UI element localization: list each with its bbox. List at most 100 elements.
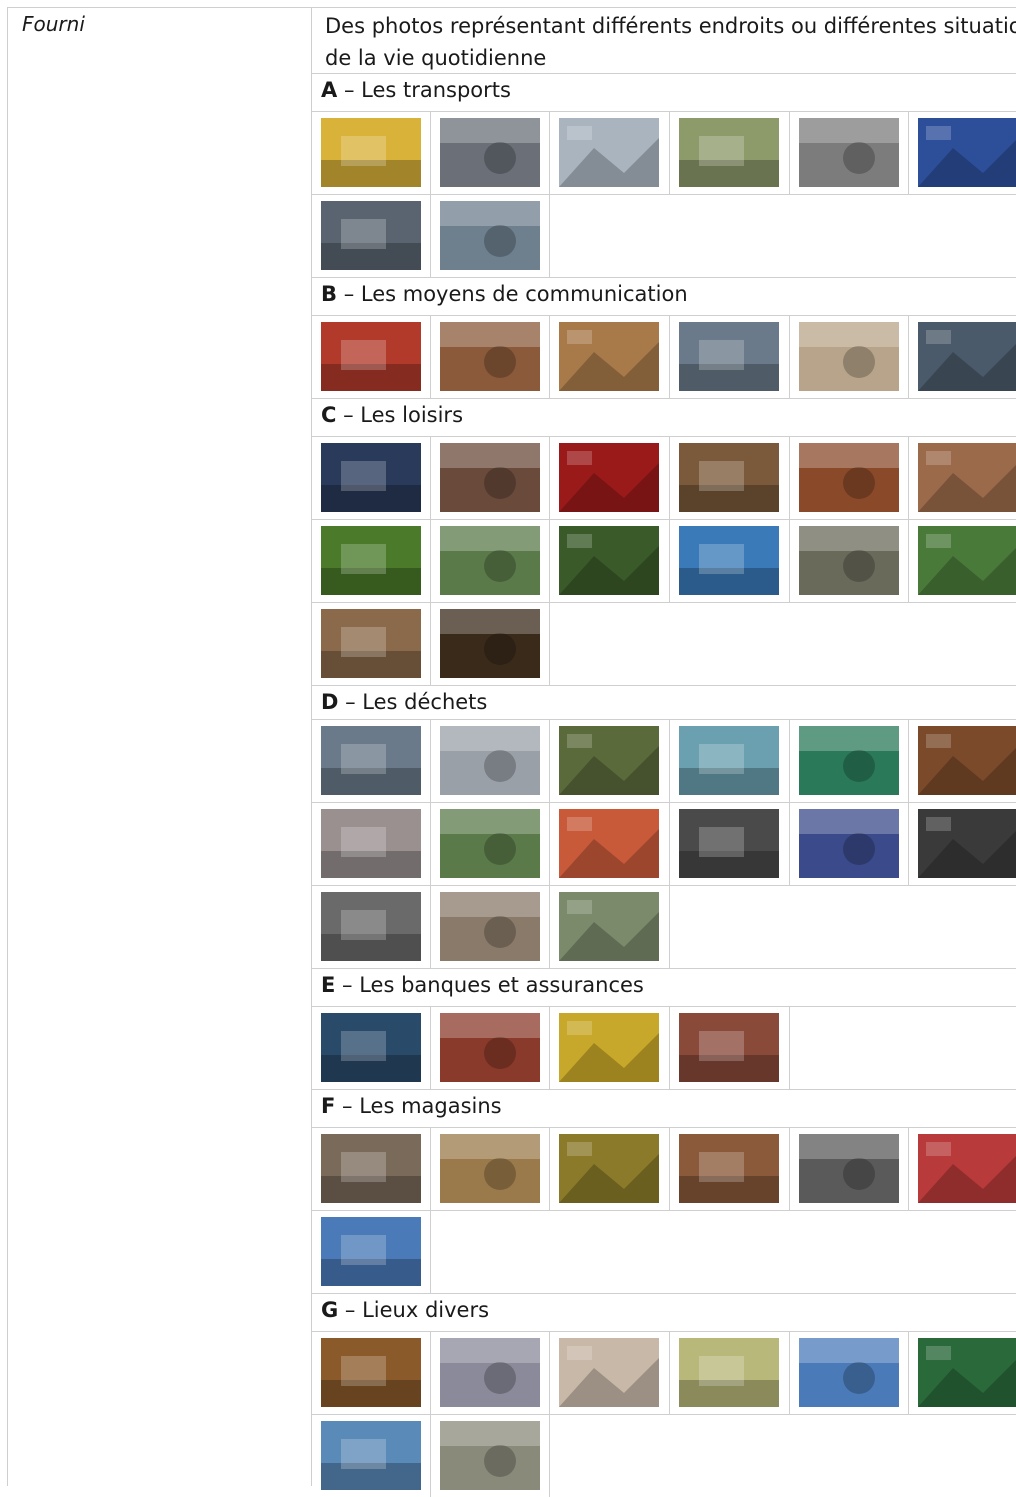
bus-photo	[321, 118, 421, 187]
light-bulb-photo	[918, 809, 1016, 878]
cell-divider	[669, 519, 670, 602]
section-separator	[311, 968, 1016, 969]
cell-divider	[430, 719, 431, 802]
section-letter: B	[321, 282, 338, 306]
cell-divider	[549, 194, 550, 277]
cell-divider	[549, 436, 550, 519]
television-photo	[321, 443, 421, 512]
cell-divider	[669, 885, 670, 968]
row-separator	[311, 1006, 1016, 1007]
table-top-border	[7, 7, 1016, 8]
cell-divider	[430, 885, 431, 968]
library-shelves-photo	[679, 443, 779, 512]
internet-cafe-photo	[440, 322, 540, 391]
trash-bags-photo	[440, 726, 540, 795]
cell-divider	[549, 519, 550, 602]
shared-bikes-photo	[679, 118, 779, 187]
section-separator	[311, 685, 1016, 686]
cell-divider	[430, 1414, 431, 1497]
landline-phone-photo	[799, 322, 899, 391]
cell-divider	[549, 719, 550, 802]
cafe-interior-photo	[321, 609, 421, 678]
cell-divider	[669, 111, 670, 194]
cell-divider	[908, 111, 909, 194]
western-union-sign-photo	[559, 1013, 659, 1082]
cell-divider	[669, 802, 670, 885]
recycling-containers-photo	[679, 726, 779, 795]
pedestrian-crossing-photo	[799, 118, 899, 187]
cell-divider	[430, 519, 431, 602]
park-alley-photo	[321, 526, 421, 595]
cell-divider	[789, 315, 790, 398]
section-separator	[311, 277, 1016, 278]
cell-divider	[669, 719, 670, 802]
cell-divider	[430, 1331, 431, 1414]
section-letter: D	[321, 690, 339, 714]
bank-facade-photo	[679, 1013, 779, 1082]
cell-divider	[549, 1414, 550, 1497]
bookshop-photo	[799, 443, 899, 512]
section-separator	[311, 73, 1016, 74]
market-stall-photo	[321, 1134, 421, 1203]
section-separator	[311, 1089, 1016, 1090]
cell-divider	[908, 1331, 909, 1414]
cinema-facade-photo	[440, 443, 540, 512]
cell-divider	[549, 1006, 550, 1089]
football-game-photo	[918, 526, 1016, 595]
atm-photo	[321, 1013, 421, 1082]
cell-divider	[549, 315, 550, 398]
green-bags-photo	[799, 726, 899, 795]
row-separator	[311, 519, 1016, 520]
garbage-truck-photo	[321, 809, 421, 878]
car-photo	[321, 201, 421, 270]
cell-divider	[549, 885, 550, 968]
section-title: – Les transports	[337, 78, 511, 102]
row-separator	[311, 1210, 1016, 1211]
phone-shop-photo	[679, 322, 779, 391]
scrap-metal-photo	[321, 726, 421, 795]
fruit-market-photo	[679, 1134, 779, 1203]
cell-divider	[669, 315, 670, 398]
cell-divider	[430, 1127, 431, 1210]
section-heading-d: D – Les déchets	[321, 690, 487, 714]
mailbox-photo	[321, 322, 421, 391]
cell-divider	[908, 719, 909, 802]
batteries-photo	[799, 809, 899, 878]
laptop-user-photo	[559, 322, 659, 391]
elderly-table-photo	[440, 1421, 540, 1490]
row-separator	[311, 1331, 1016, 1332]
theatre-stage-photo	[559, 443, 659, 512]
town-hall-photo	[321, 1421, 421, 1490]
section-title: – Les banques et assurances	[335, 973, 644, 997]
row-separator	[311, 719, 1016, 720]
row-separator	[311, 194, 1016, 195]
shopfront-photo	[918, 1338, 1016, 1407]
chemical-bottles-photo	[559, 809, 659, 878]
section-title: – Les moyens de communication	[337, 282, 688, 306]
bottle-bank-photo	[559, 892, 659, 961]
cell-divider	[789, 802, 790, 885]
cell-divider	[430, 194, 431, 277]
section-heading-f: F – Les magasins	[321, 1094, 502, 1118]
section-separator	[311, 398, 1016, 399]
people-sitting-photo	[799, 526, 899, 595]
cell-divider	[908, 1127, 909, 1210]
row-separator	[311, 802, 1016, 803]
section-letter: F	[321, 1094, 336, 1118]
motorbike-photo	[440, 201, 540, 270]
row-separator	[311, 602, 1016, 603]
section-letter: E	[321, 973, 336, 997]
cell-divider	[549, 1127, 550, 1210]
cell-divider	[430, 111, 431, 194]
cell-divider	[549, 1331, 550, 1414]
row-label: Fourni	[22, 12, 85, 36]
bank-office-photo	[440, 1013, 540, 1082]
cell-divider	[430, 802, 431, 885]
notice-board-photo	[679, 1338, 779, 1407]
section-title: – Les magasins	[335, 1094, 502, 1118]
cell-divider	[789, 1006, 790, 1089]
park-picnic-photo	[440, 526, 540, 595]
old-appliances-photo	[321, 892, 421, 961]
cell-divider	[549, 802, 550, 885]
description-line-2: de la vie quotidienne	[325, 46, 547, 70]
